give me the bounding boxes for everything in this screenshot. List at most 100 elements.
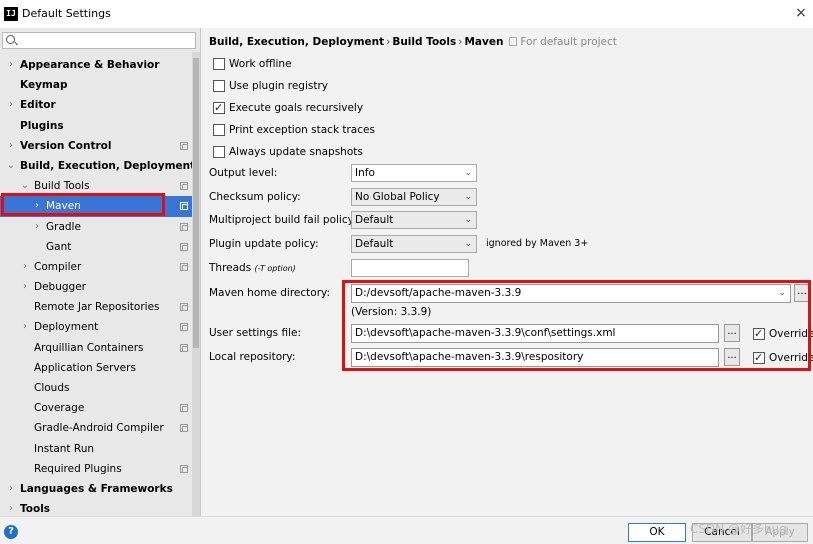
sidebar-item-debugger[interactable]: › Debugger <box>0 277 192 297</box>
project-scope-icon <box>180 464 188 473</box>
local-repository-browse-button[interactable]: ... <box>724 348 740 366</box>
use-plugin-registry-label: Use plugin registry <box>229 80 329 92</box>
project-scope-icon <box>180 343 188 352</box>
breadcrumb: Build, Execution, Deployment › Build Tools… <box>209 36 617 48</box>
chevron-right-icon[interactable]: › <box>32 196 42 216</box>
sidebar-item-gant[interactable]: Gant <box>0 237 192 257</box>
sidebar-item-build-tools[interactable]: ⌄ Build Tools <box>0 176 192 196</box>
project-scope-icon <box>180 222 188 231</box>
chevron-right-icon[interactable]: › <box>20 277 30 297</box>
print-exception-stack-traces-checkbox[interactable] <box>213 124 225 136</box>
sidebar-item-label: Deployment <box>34 321 99 334</box>
sidebar-item-plugins[interactable]: Plugins <box>0 116 192 136</box>
sidebar-item-instant-run[interactable]: Instant Run <box>0 439 192 459</box>
user-settings-value: D:\devsoft\apache-maven-3.3.9\conf\setti… <box>355 327 616 339</box>
sidebar-item-label: Gradle <box>46 220 81 233</box>
sidebar-item-label: Arquillian Containers <box>34 341 144 354</box>
sidebar-item-appearance-behavior[interactable]: › Appearance & Behavior <box>0 55 192 75</box>
output-level-select[interactable]: Info ⌄ <box>351 164 477 182</box>
sidebar-item-build-execution-deployment[interactable]: ⌄ Build, Execution, Deployment <box>0 156 195 176</box>
chevron-right-icon[interactable]: › <box>6 479 16 499</box>
project-scope-icon <box>180 141 188 150</box>
sidebar-item-label: Appearance & Behavior <box>20 59 160 71</box>
always-update-snapshots-label: Always update snapshots <box>229 146 363 158</box>
maven-home-browse-button[interactable]: ... <box>794 284 810 302</box>
maven-version-label: (Version: 3.3.9) <box>351 306 432 318</box>
window-title: Default Settings <box>22 7 111 20</box>
close-icon[interactable]: × <box>793 4 809 22</box>
sidebar-item-gradle[interactable]: › Gradle <box>0 217 192 237</box>
use-plugin-registry-checkbox[interactable] <box>213 80 225 92</box>
chevron-down-icon: ⌄ <box>464 239 472 249</box>
help-icon[interactable]: ? <box>4 525 18 539</box>
always-update-snapshots-checkbox[interactable] <box>213 146 225 158</box>
scrollbar-thumb[interactable] <box>193 58 199 348</box>
sidebar-scrollbar[interactable] <box>192 52 200 516</box>
sidebar-item-label: Editor <box>20 99 56 112</box>
intellij-app-icon: IJ <box>4 7 18 21</box>
local-repository-input[interactable]: D:\devsoft\apache-maven-3.3.9\respositor… <box>351 348 719 367</box>
local-repository-override-checkbox[interactable] <box>753 350 765 366</box>
sidebar-item-gradle-android-compiler[interactable]: Gradle-Android Compiler <box>0 418 192 438</box>
sidebar-item-maven[interactable]: › Maven <box>0 196 192 217</box>
breadcrumb-build-tools: Build Tools <box>392 36 457 48</box>
work-offline-label: Work offline <box>229 58 292 70</box>
breadcrumb-maven: Maven <box>464 36 504 48</box>
user-settings-browse-button[interactable]: ... <box>724 324 740 342</box>
multiproject-fail-policy-label: Multiproject build fail policy: <box>209 214 357 226</box>
execute-goals-recursively-checkbox[interactable] <box>213 100 225 116</box>
sidebar-item-version-control[interactable]: › Version Control <box>0 136 192 156</box>
chevron-down-icon[interactable]: ⌄ <box>6 156 16 176</box>
chevron-right-icon[interactable]: › <box>20 257 30 277</box>
local-repository-label: Local repository: <box>209 351 296 363</box>
user-settings-input[interactable]: D:\devsoft\apache-maven-3.3.9\conf\setti… <box>351 324 719 343</box>
sidebar-item-languages-frameworks[interactable]: › Languages & Frameworks <box>0 479 192 499</box>
sidebar-item-keymap[interactable]: Keymap <box>0 75 192 95</box>
chevron-down-icon: ⌄ <box>464 192 472 202</box>
multiproject-fail-policy-select[interactable]: Default ⌄ <box>351 211 477 229</box>
sidebar-item-arquillian-containers[interactable]: Arquillian Containers <box>0 338 192 358</box>
sidebar-item-deployment[interactable]: › Deployment <box>0 317 192 337</box>
plugin-update-policy-select[interactable]: Default ⌄ <box>351 235 477 253</box>
ok-button[interactable]: OK <box>628 523 686 542</box>
sidebar-item-label: Debugger <box>34 281 86 294</box>
sidebar-item-label: Gant <box>46 240 72 253</box>
project-scope-icon <box>180 424 188 433</box>
user-settings-override-checkbox[interactable] <box>753 326 765 342</box>
checksum-policy-label: Checksum policy: <box>209 191 301 203</box>
chevron-right-icon[interactable]: › <box>6 95 16 115</box>
project-scope-icon <box>180 242 188 251</box>
sidebar-item-label: Remote Jar Repositories <box>34 301 160 314</box>
sidebar-item-clouds[interactable]: Clouds <box>0 378 192 398</box>
sidebar-item-remote-jar-repositories[interactable]: Remote Jar Repositories <box>0 297 192 317</box>
maven-settings-panel: Build, Execution, Deployment › Build Tools… <box>201 28 813 516</box>
work-offline-checkbox[interactable] <box>213 58 225 70</box>
maven-home-combobox[interactable]: D:/devsoft/apache-maven-3.3.9 ⌄ <box>351 284 791 303</box>
sidebar-item-required-plugins[interactable]: Required Plugins <box>0 459 192 479</box>
sidebar-item-label: Required Plugins <box>34 462 122 475</box>
sidebar-item-label: Gradle-Android Compiler <box>34 422 164 435</box>
sidebar-item-coverage[interactable]: Coverage <box>0 398 192 418</box>
chevron-down-icon[interactable]: ⌄ <box>20 176 30 196</box>
local-repository-override-label: Override <box>769 352 813 364</box>
project-icon <box>509 37 518 46</box>
title-bar: IJ Default Settings × <box>0 0 813 28</box>
sidebar-item-compiler[interactable]: › Compiler <box>0 257 192 277</box>
chevron-right-icon[interactable]: › <box>6 55 16 75</box>
sidebar-item-editor[interactable]: › Editor <box>0 95 192 115</box>
sidebar-item-application-servers[interactable]: Application Servers <box>0 358 192 378</box>
checksum-policy-select[interactable]: No Global Policy ⌄ <box>351 188 477 206</box>
chevron-right-icon[interactable]: › <box>6 136 16 156</box>
user-settings-override-label: Override <box>769 328 813 340</box>
output-level-label: Output level: <box>209 167 278 179</box>
dialog-footer: ? OK Cancel Apply CSDN @好多bug <box>0 516 813 544</box>
chevron-right-icon[interactable]: › <box>32 217 42 237</box>
threads-label: Threads (-T option) <box>209 262 296 274</box>
project-scope-icon <box>180 182 188 191</box>
sidebar-item-label: Plugins <box>20 119 64 132</box>
plugin-update-note: ignored by Maven 3+ <box>486 238 589 249</box>
sidebar-item-label: Version Control <box>20 139 112 152</box>
threads-input[interactable] <box>351 259 469 277</box>
search-input[interactable] <box>2 32 196 49</box>
chevron-right-icon[interactable]: › <box>20 317 30 337</box>
